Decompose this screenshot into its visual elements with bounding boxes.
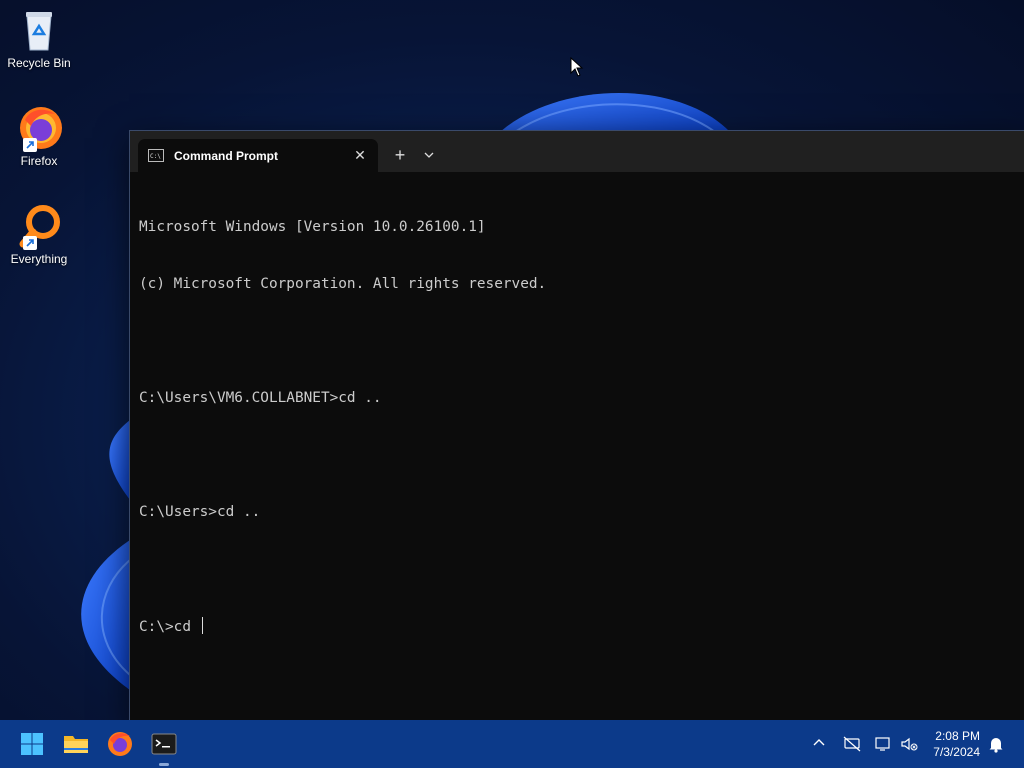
- clock-time: 2:08 PM: [935, 729, 980, 743]
- taskbar-terminal[interactable]: [148, 728, 180, 766]
- tab-title: Command Prompt: [174, 148, 279, 163]
- desktop-icon-firefox[interactable]: Firefox: [4, 104, 74, 168]
- taskbar: 2:08 PM 7/3/2024: [0, 720, 1024, 768]
- console-prompt-line[interactable]: C:\>cd: [139, 617, 1021, 636]
- terminal-titlebar[interactable]: C:\ Command Prompt ✕ +: [130, 131, 1024, 172]
- desktop-icon-recycle-bin[interactable]: Recycle Bin: [4, 6, 74, 70]
- tab-command-prompt[interactable]: C:\ Command Prompt ✕: [138, 139, 378, 172]
- firefox-icon: [15, 104, 63, 152]
- desktop-icon-label: Recycle Bin: [7, 56, 71, 70]
- command-prompt-icon: C:\: [148, 149, 164, 162]
- file-explorer-icon: [64, 736, 88, 753]
- console-line: (c) Microsoft Corporation. All rights re…: [139, 276, 547, 292]
- console-output[interactable]: Microsoft Windows [Version 10.0.26100.1]…: [130, 172, 1024, 682]
- everything-search-icon: [15, 202, 63, 250]
- active-indicator: [159, 763, 169, 766]
- taskbar-clock[interactable]: 2:08 PM 7/3/2024: [933, 728, 980, 760]
- terminal-window[interactable]: C:\ Command Prompt ✕ + Microsoft Windows…: [129, 130, 1024, 722]
- start-button[interactable]: [16, 728, 48, 760]
- new-tab-button[interactable]: +: [388, 143, 412, 167]
- start-icon: [21, 733, 43, 755]
- shortcut-arrow-icon: [23, 236, 37, 250]
- taskbar-firefox[interactable]: [104, 728, 136, 760]
- taskbar-file-explorer[interactable]: [60, 728, 92, 760]
- tab-dropdown-button[interactable]: [418, 143, 440, 167]
- notification-bell-icon[interactable]: [988, 735, 1004, 753]
- text-cursor: [201, 617, 203, 634]
- console-prompt: C:\>cd: [139, 619, 200, 635]
- terminal-icon: [151, 733, 177, 755]
- volume-muted-icon[interactable]: [900, 736, 918, 752]
- chevron-down-icon: [424, 152, 434, 158]
- svg-text:C:\: C:\: [150, 153, 161, 160]
- shortcut-arrow-icon: [23, 138, 37, 152]
- recycle-bin-icon: [15, 6, 63, 54]
- console-line: C:\Users\VM6.COLLABNET>cd ..: [139, 390, 382, 406]
- display-icon[interactable]: [874, 736, 892, 752]
- console-line: C:\Users>cd ..: [139, 504, 261, 520]
- clock-date: 7/3/2024: [933, 745, 980, 759]
- tab-close-button[interactable]: ✕: [348, 147, 372, 164]
- network-disconnected-icon[interactable]: [843, 736, 861, 752]
- desktop-icon-everything[interactable]: Everything: [4, 202, 74, 266]
- console-line: Microsoft Windows [Version 10.0.26100.1]: [139, 219, 486, 235]
- desktop-icon-label: Firefox: [20, 154, 58, 168]
- show-hidden-icons-chevron-up-icon[interactable]: [812, 736, 826, 750]
- mouse-pointer-icon: [570, 57, 584, 77]
- desktop-icon-label: Everything: [10, 252, 68, 266]
- firefox-icon: [108, 732, 132, 756]
